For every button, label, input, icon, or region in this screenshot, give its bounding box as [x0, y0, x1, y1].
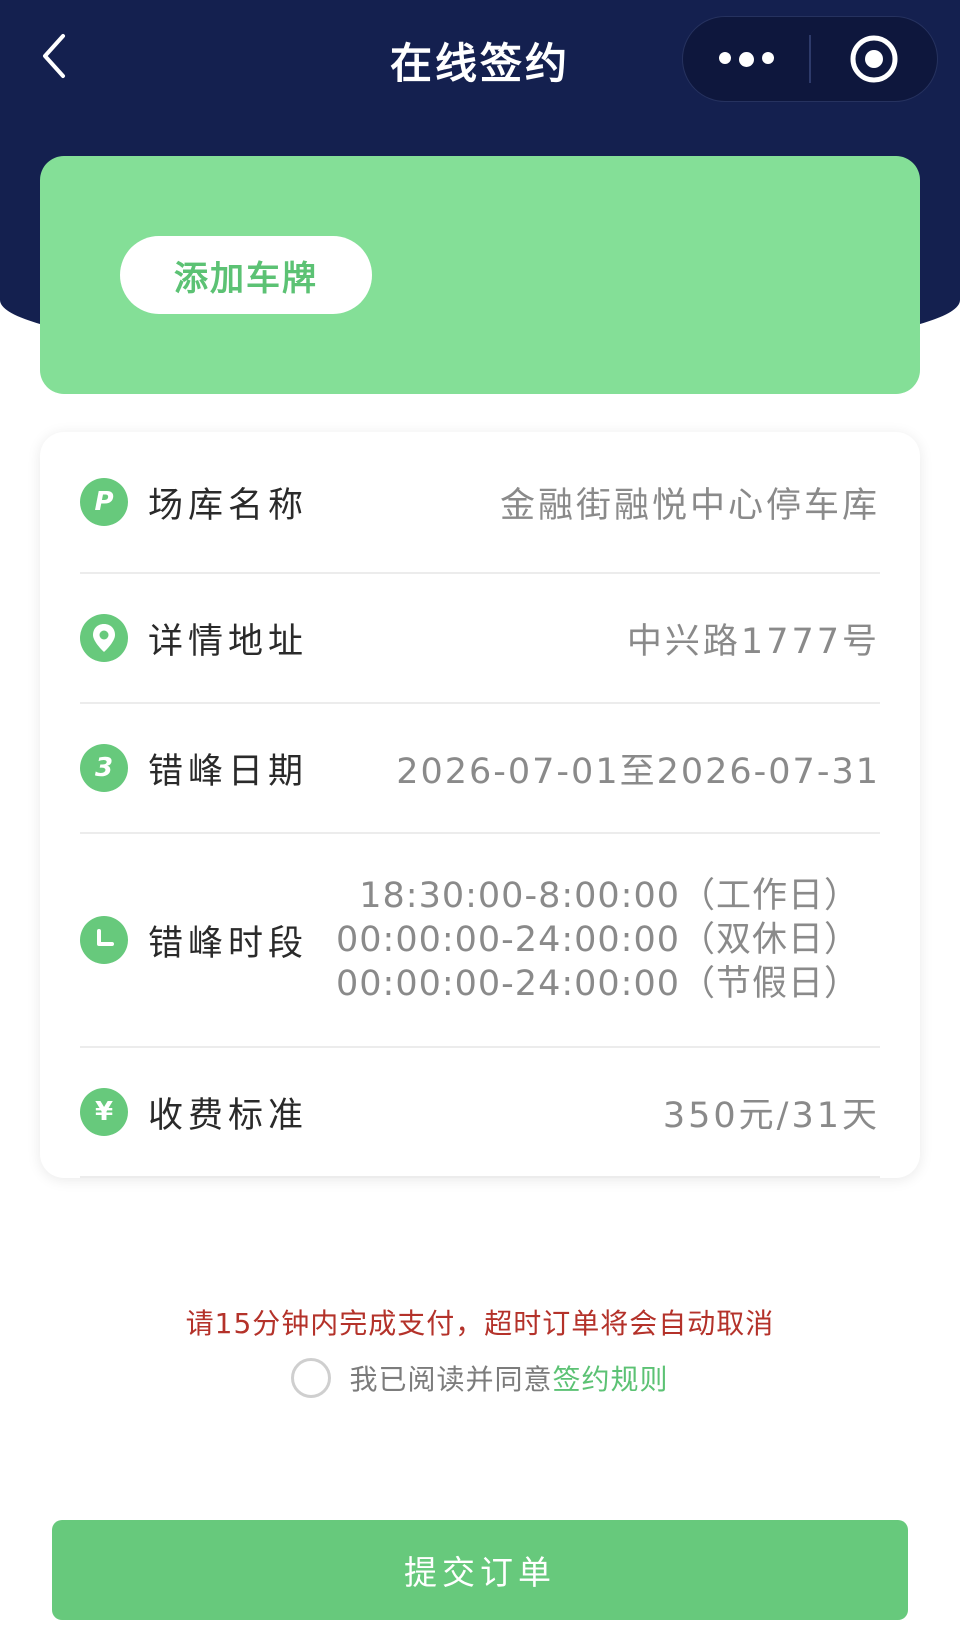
info-label: 详情地址 [148, 621, 309, 662]
info-row-time-slots: 错峰时段 18:30:00-8:00:00（工作日） 00:00:00-24:0… [80, 834, 880, 1048]
info-value: 金融街融悦中心停车库 [499, 485, 880, 526]
calendar-icon: 3 [80, 744, 128, 792]
more-button[interactable] [683, 17, 809, 101]
info-row-address: 详情地址 中兴路1777号 [80, 574, 880, 704]
info-value: 350元/31天 [662, 1095, 880, 1136]
clock-icon [80, 916, 128, 964]
info-row-date: 3 错峰日期 2026-07-01至2026-07-31 [80, 704, 880, 834]
target-circle-icon [850, 35, 898, 83]
info-row-fee: ¥ 收费标准 350元/31天 [80, 1048, 880, 1178]
more-dots-icon [718, 51, 774, 67]
agreement-row: 我已阅读并同意 签约规则 [0, 1358, 960, 1398]
info-label: 场库名称 [148, 485, 309, 526]
agree-radio[interactable] [291, 1358, 332, 1398]
agree-text: 我已阅读并同意 [349, 1363, 553, 1396]
plate-card: 添加车牌 [40, 156, 920, 394]
info-row-garage-name: P 场库名称 金融街融悦中心停车库 [80, 432, 880, 574]
info-value: 2026-07-01至2026-07-31 [396, 751, 880, 792]
time-slot-weekend: 00:00:00-24:00:00（双休日） [335, 920, 860, 960]
payment-warning: 请15分钟内完成支付，超时订单将会自动取消 [185, 1307, 775, 1340]
info-label: 错峰时段 [148, 923, 309, 964]
info-value-list: 18:30:00-8:00:00（工作日） 00:00:00-24:00:00（… [308, 874, 880, 1006]
info-value: 中兴路1777号 [626, 621, 880, 662]
time-slot-weekday: 18:30:00-8:00:00（工作日） [359, 876, 860, 916]
info-label: 错峰日期 [148, 751, 309, 792]
mini-program-capsule [682, 16, 938, 102]
info-card: P 场库名称 金融街融悦中心停车库 详情地址 中兴路1777号 3 错峰日期 2… [40, 432, 920, 1178]
time-slot-holiday: 00:00:00-24:00:00（节假日） [335, 964, 860, 1004]
parking-icon: P [80, 478, 128, 526]
location-pin-icon [80, 614, 128, 662]
close-button[interactable] [811, 17, 937, 101]
chevron-left-icon [43, 34, 65, 78]
submit-order-button[interactable]: 提交订单 [52, 1520, 908, 1620]
yuan-icon: ¥ [80, 1088, 128, 1136]
rules-link[interactable]: 签约规则 [553, 1358, 669, 1398]
add-plate-button[interactable]: 添加车牌 [120, 236, 372, 314]
info-label: 收费标准 [148, 1095, 309, 1136]
back-button[interactable] [30, 28, 78, 84]
